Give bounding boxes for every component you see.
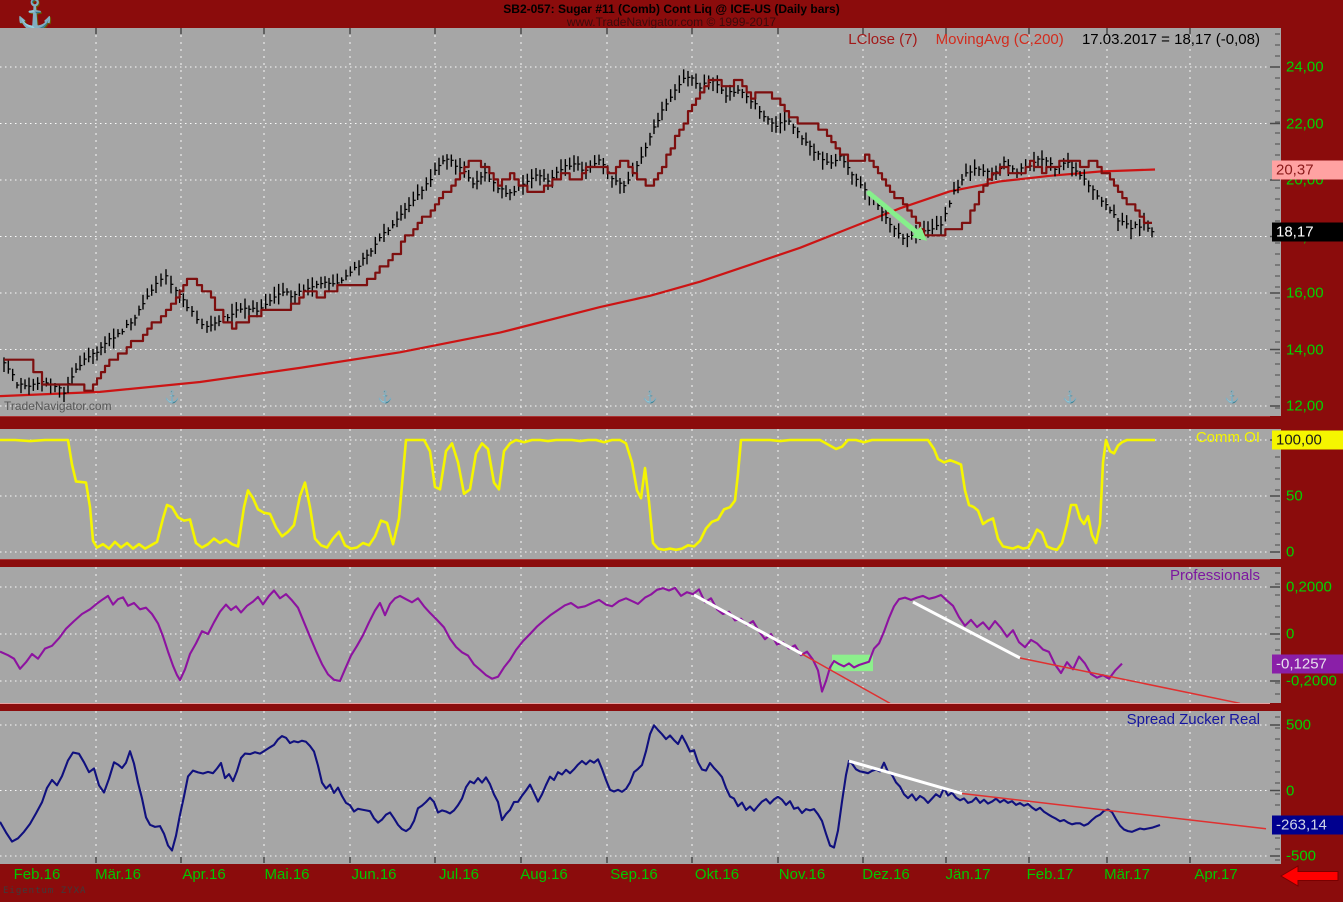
month-label[interactable]: Nov.16: [779, 866, 825, 883]
current-value-badge: -0,1257: [1272, 654, 1343, 673]
month-label[interactable]: Jän.17: [945, 866, 990, 883]
svg-text:⚓: ⚓: [1063, 390, 1078, 404]
scale-label: 16,00: [1286, 285, 1324, 302]
professionals-canvas: [0, 567, 1270, 703]
month-label[interactable]: Jul.16: [439, 866, 479, 883]
spread-label: Spread Zucker Real: [1127, 711, 1260, 728]
month-label[interactable]: Jun.16: [351, 866, 396, 883]
comm-oi-panel[interactable]: Comm OI: [0, 429, 1270, 559]
month-label[interactable]: Dez.16: [862, 866, 910, 883]
trade-navigator-window: { "window": { "title": "SB2-057: Sugar #…: [0, 0, 1343, 897]
scale-label: 0: [1286, 626, 1294, 643]
panel-separator[interactable]: [0, 416, 1343, 430]
title-bar: ⚓ SB2-057: Sugar #11 (Comb) Cont Liq @ I…: [0, 0, 1343, 28]
current-value-badge: -263,14: [1272, 815, 1343, 834]
spread-panel[interactable]: Spread Zucker Real: [0, 711, 1270, 864]
comm-oi-canvas: [0, 429, 1270, 559]
scroll-left-arrow-icon[interactable]: [1280, 864, 1342, 888]
current-value-badge: 20,37: [1272, 160, 1343, 179]
svg-text:⚓: ⚓: [1225, 390, 1240, 404]
professionals-panel[interactable]: Professionals: [0, 567, 1270, 703]
month-label[interactable]: Apr.16: [182, 866, 225, 883]
current-value-badge: 100,00: [1272, 431, 1343, 450]
price-panel-canvas: ⚓ ⚓ ⚓ ⚓ ⚓: [0, 28, 1270, 416]
scale-label: 50: [1286, 488, 1303, 505]
scale-label: 14,00: [1286, 341, 1324, 358]
month-label[interactable]: Feb.17: [1027, 866, 1074, 883]
scale-label: 12,00: [1286, 398, 1324, 415]
month-label[interactable]: Aug.16: [520, 866, 568, 883]
scale-label: 24,00: [1286, 59, 1324, 76]
scale-label: 500: [1286, 717, 1311, 734]
month-label[interactable]: Okt.16: [695, 866, 739, 883]
month-label[interactable]: Mär.16: [95, 866, 141, 883]
professionals-label: Professionals: [1170, 567, 1260, 584]
scale-label: 22,00: [1286, 115, 1324, 132]
month-label[interactable]: Apr.17: [1194, 866, 1237, 883]
scale-label: -0,2000: [1286, 673, 1337, 690]
month-label[interactable]: Mär.17: [1104, 866, 1150, 883]
chart-subtitle: www.TradeNavigator.com © 1999-2017: [0, 15, 1343, 29]
legend: LClose (7) MovingAvg (C,200) 17.03.2017 …: [848, 31, 1260, 48]
comm-oi-label: Comm OI: [1196, 429, 1260, 446]
legend-date-info: 17.03.2017 = 18,17 (-0,08): [1082, 31, 1260, 48]
spread-canvas: [0, 711, 1270, 864]
svg-text:⚓: ⚓: [378, 390, 393, 404]
legend-movingavg[interactable]: MovingAvg (C,200): [936, 31, 1064, 48]
scale-label: 0: [1286, 782, 1294, 799]
legend-lclose[interactable]: LClose (7): [848, 31, 917, 48]
month-label[interactable]: Sep.16: [610, 866, 658, 883]
svg-text:⚓: ⚓: [643, 390, 658, 404]
current-value-badge: 18,17: [1272, 222, 1343, 241]
svg-text:⚓: ⚓: [165, 390, 180, 404]
scale-label: -500: [1286, 848, 1316, 865]
month-label[interactable]: Mai.16: [264, 866, 309, 883]
month-label[interactable]: Feb.16: [14, 866, 61, 883]
eigentum-note: Eigentum ZYXA: [3, 886, 86, 896]
price-panel[interactable]: ⚓ ⚓ ⚓ ⚓ ⚓ LClose (7) MovingAvg (C,200) 17.03…: [0, 28, 1270, 416]
tradenavigator-watermark: TradeNavigator.com: [4, 399, 112, 413]
scale-label: 0: [1286, 544, 1294, 561]
scale-label: 0,2000: [1286, 579, 1332, 596]
chart-title: SB2-057: Sugar #11 (Comb) Cont Liq @ ICE…: [0, 0, 1343, 16]
